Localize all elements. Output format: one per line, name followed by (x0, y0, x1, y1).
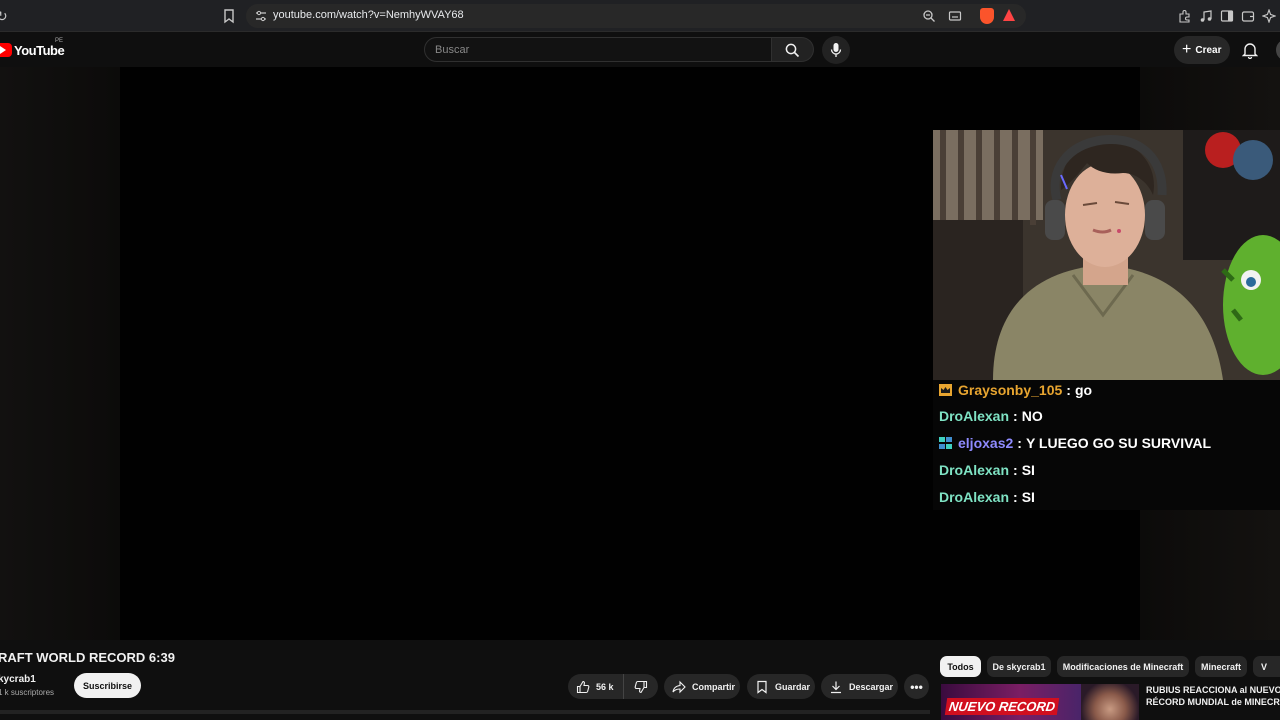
chat-message: DroAlexan : SI (939, 487, 1035, 507)
chat-text: SI (1021, 462, 1035, 478)
chat-username: DroAlexan (939, 489, 1010, 505)
chat-username: eljoxas2 (958, 435, 1014, 451)
download-label: Descargar (849, 681, 894, 692)
like-count: 56 k (596, 681, 614, 692)
streamer-webcam (933, 130, 1280, 380)
youtube-masthead: YouTube PE + Crear (0, 33, 1280, 67)
sub-badge-icon (939, 437, 952, 449)
download-icon (831, 681, 841, 693)
extensions-icon[interactable] (1177, 9, 1191, 23)
save-icon (757, 680, 767, 694)
plus-icon: + (1182, 41, 1192, 58)
video-title: RAFT WORLD RECORD 6:39 (0, 650, 175, 665)
chat-username: Graysonby_105 (958, 382, 1063, 398)
chat-text: Y LUEGO GO SU SURVIVAL (1025, 435, 1212, 451)
leo-icon[interactable] (1261, 8, 1277, 24)
chat-message: DroAlexan : SI (939, 460, 1035, 480)
recommended-title-line: RUBIUS REACCIONA al NUEVO (1146, 685, 1280, 695)
crown-icon (939, 384, 952, 396)
address-bar[interactable]: youtube.com/watch?v=NemhyWVAY68 (246, 4, 1026, 28)
bookmark-icon[interactable] (222, 8, 236, 24)
chat-message: Graysonby_105 : go (939, 380, 1092, 400)
recommended-title[interactable]: RUBIUS REACCIONA al NUEVO RÉCORD MUNDIAL… (1146, 684, 1280, 708)
chip-from-channel[interactable]: De skycrab1 (987, 656, 1051, 677)
wallet-icon[interactable] (1241, 9, 1255, 23)
chat-username: DroAlexan (939, 408, 1010, 424)
brave-rewards-icon[interactable] (1003, 9, 1015, 21)
search-button[interactable] (772, 37, 814, 62)
thumbs-up-icon (576, 680, 590, 693)
microphone-icon (830, 43, 842, 57)
country-code: PE (55, 38, 64, 44)
chat-separator: : (1066, 382, 1071, 398)
chat-message: DroAlexan : NO (939, 406, 1043, 426)
chip-minecraft-mods[interactable]: Modificaciones de Minecraft (1057, 656, 1189, 677)
youtube-logo[interactable]: YouTube PE (0, 38, 65, 58)
chat-separator: : (1017, 435, 1022, 451)
chat-separator: : (1013, 462, 1018, 478)
thumbnail-text: NUEVO RECORD (944, 698, 1060, 715)
save-button[interactable]: Guardar (747, 674, 815, 699)
chat-separator: : (1013, 489, 1018, 505)
share-label: Compartir (692, 681, 736, 692)
chip-all[interactable]: Todos (940, 656, 981, 677)
dislike-button[interactable] (624, 674, 658, 699)
share-button[interactable]: Compartir (664, 674, 740, 699)
save-label: Guardar (775, 681, 811, 692)
sidebar-icon[interactable] (1220, 9, 1234, 23)
share-icon (672, 680, 686, 693)
url-text[interactable]: youtube.com/watch?v=NemhyWVAY68 (273, 9, 464, 21)
cast-icon[interactable] (948, 9, 962, 23)
brave-shields-icon[interactable] (980, 8, 994, 24)
ambient-left (0, 67, 120, 640)
create-label: Crear (1195, 44, 1222, 56)
recommended-thumbnail[interactable]: NUEVO RECORD (941, 684, 1139, 720)
chip-minecraft[interactable]: Minecraft (1195, 656, 1247, 677)
channel-name[interactable]: kycrab1 (0, 674, 36, 685)
download-button[interactable]: Descargar (821, 674, 898, 699)
more-actions-button[interactable]: ••• (904, 674, 929, 699)
subscribe-button[interactable]: Suscribirse (74, 673, 141, 698)
chat-username: DroAlexan (939, 462, 1010, 478)
logo-wordmark: YouTube (14, 42, 65, 58)
chat-message: eljoxas2 : Y LUEGO GO SU SURVIVAL (939, 433, 1211, 453)
chip-more[interactable]: V (1253, 656, 1280, 677)
zoom-icon[interactable] (922, 9, 936, 23)
create-button[interactable]: + Crear (1174, 36, 1230, 64)
search-input[interactable] (435, 42, 755, 58)
thumbnail-face (1081, 684, 1139, 720)
like-dislike-group: 56 k (568, 674, 658, 699)
chat-text: go (1074, 382, 1093, 398)
media-icon[interactable] (1199, 9, 1213, 23)
browser-toolbar: ↻ youtube.com/watch?v=NemhyWVAY68 (0, 0, 1280, 32)
search-icon (785, 43, 800, 58)
like-button[interactable]: 56 k (568, 674, 624, 699)
notifications-bell-icon[interactable] (1241, 41, 1259, 60)
avatar[interactable] (1276, 39, 1280, 61)
site-settings-icon[interactable] (254, 9, 268, 23)
chat-separator: : (1013, 408, 1018, 424)
recommended-title-line: RÉCORD MUNDIAL de MINECRAFT (1146, 697, 1280, 707)
voice-search-button[interactable] (822, 36, 850, 64)
stream-chat-overlay: Graysonby_105 : go DroAlexan : NO eljoxa… (933, 380, 1280, 510)
youtube-play-icon (0, 43, 12, 57)
search-box[interactable] (424, 37, 772, 62)
reload-icon[interactable]: ↻ (0, 8, 10, 24)
subscriber-count: 1 k suscriptores (0, 688, 55, 697)
thumbs-down-icon (634, 680, 648, 693)
chat-text: SI (1021, 489, 1035, 505)
page-bottom-divider (0, 710, 930, 714)
chat-text: NO (1021, 408, 1043, 424)
